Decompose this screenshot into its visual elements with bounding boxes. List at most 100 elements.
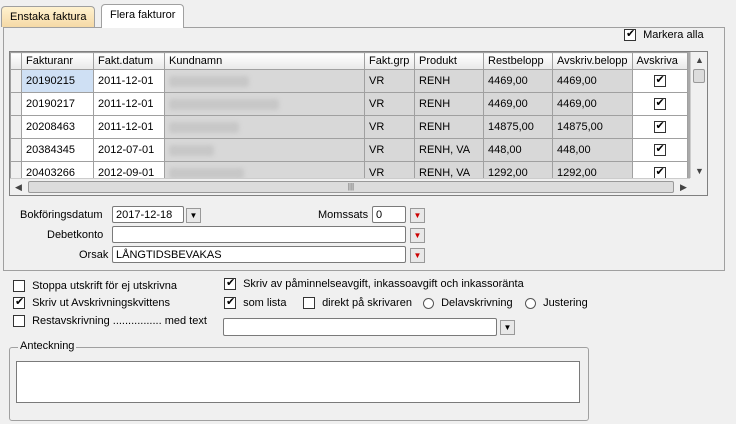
- avskriva-checkbox[interactable]: [653, 143, 666, 157]
- momssats-field[interactable]: 0: [372, 206, 406, 223]
- skriv-ut-kvittens-option[interactable]: Skriv ut Avskrivningskvittens: [13, 296, 170, 310]
- row-header[interactable]: [10, 92, 22, 116]
- orsak-label: Orsak: [79, 249, 109, 261]
- stoppa-utskrift-label: Stoppa utskrift för ej utskrivna: [32, 280, 177, 292]
- chevron-down-icon: ▼: [413, 211, 422, 220]
- select-all-checkbox[interactable]: [624, 28, 636, 42]
- skriv-ut-kvittens-checkbox[interactable]: [13, 296, 25, 310]
- tab-enstaka-faktura[interactable]: Enstaka faktura: [1, 6, 96, 27]
- momssats-label: Momssats: [318, 209, 369, 221]
- avskriva-checkbox[interactable]: [653, 74, 666, 88]
- row-header[interactable]: [10, 69, 22, 93]
- cell-fakt-datum[interactable]: 2011-12-01: [93, 69, 165, 93]
- cell-avskriva[interactable]: [631, 115, 688, 139]
- table-row[interactable]: 20384345 2012-07-01 VR RENH, VA 448,00 4…: [10, 138, 688, 162]
- bokforingsdatum-dropdown-button[interactable]: ▼: [186, 208, 201, 223]
- orsak-field[interactable]: LÅNGTIDSBEVAKAS: [112, 246, 406, 263]
- chevron-down-icon: ▼: [413, 251, 422, 260]
- som-lista-option[interactable]: som lista: [224, 296, 287, 310]
- justering-radio[interactable]: [525, 297, 536, 309]
- delavskrivning-option[interactable]: Delavskrivning: [423, 297, 513, 309]
- cell-fakt-grp: VR: [364, 92, 415, 116]
- chevron-down-icon: ▼: [413, 231, 422, 240]
- skriv-av-avgifter-checkbox[interactable]: [224, 277, 236, 291]
- debetkonto-field[interactable]: [112, 226, 406, 243]
- row-header[interactable]: [10, 115, 22, 139]
- table-row[interactable]: 20190215 2011-12-01 VR RENH 4469,00 4469…: [10, 69, 688, 93]
- skriv-av-avgifter-option[interactable]: Skriv av påminnelseavgift, inkassoavgift…: [224, 277, 524, 291]
- horizontal-scroll-thumb[interactable]: |||: [28, 181, 674, 193]
- scroll-up-arrow-icon[interactable]: ▲: [691, 52, 707, 69]
- table-row[interactable]: 20190217 2011-12-01 VR RENH 4469,00 4469…: [10, 92, 688, 116]
- cell-produkt: RENH: [414, 69, 484, 93]
- cell-kundnamn-redacted: [164, 92, 365, 116]
- skriv-av-avgifter-label: Skriv av påminnelseavgift, inkassoavgift…: [243, 278, 524, 290]
- column-header-avskriv-belopp[interactable]: Avskriv.belopp: [552, 52, 633, 70]
- cell-fakt-datum[interactable]: 2011-12-01: [93, 115, 165, 139]
- restavskrivning-checkbox[interactable]: [13, 315, 25, 328]
- som-lista-label: som lista: [243, 297, 287, 309]
- momssats-dropdown-button[interactable]: ▼: [410, 208, 425, 223]
- cell-restbelopp: 14875,00: [483, 115, 553, 139]
- vertical-scrollbar[interactable]: ▲ ▼: [690, 52, 707, 180]
- cell-restbelopp: 4469,00: [483, 69, 553, 93]
- restavskrivning-text-dropdown-button[interactable]: ▼: [500, 320, 515, 335]
- anteckning-textarea[interactable]: [16, 361, 580, 403]
- cell-produkt: RENH: [414, 115, 484, 139]
- table-row[interactable]: 20208463 2011-12-01 VR RENH 14875,00 148…: [10, 115, 688, 139]
- row-header-corner: [10, 52, 22, 70]
- cell-produkt: RENH: [414, 92, 484, 116]
- chevron-down-icon: ▼: [503, 323, 512, 332]
- cell-produkt: RENH, VA: [414, 138, 484, 162]
- debetkonto-dropdown-button[interactable]: ▼: [410, 228, 425, 243]
- direkt-pa-skrivaren-checkbox[interactable]: [303, 297, 315, 310]
- anteckning-group: Anteckning: [9, 340, 589, 421]
- cell-avskriv-belopp: 14875,00: [552, 115, 633, 139]
- cell-avskriva[interactable]: [631, 138, 688, 162]
- stoppa-utskrift-checkbox[interactable]: [13, 280, 25, 293]
- direkt-pa-skrivaren-option[interactable]: direkt på skrivaren: [303, 297, 412, 310]
- cell-fakturanr[interactable]: 20384345: [21, 138, 94, 162]
- invoice-grid: Fakturanr Fakt.datum Kundnamn Fakt.grp P…: [9, 51, 708, 196]
- orsak-dropdown-button[interactable]: ▼: [410, 248, 425, 263]
- column-header-fakturanr[interactable]: Fakturanr: [21, 52, 94, 70]
- avskriva-checkbox[interactable]: [653, 120, 666, 134]
- cell-avskriv-belopp: 4469,00: [552, 92, 633, 116]
- column-header-avskriva[interactable]: Avskriva: [631, 52, 688, 70]
- justering-option[interactable]: Justering: [525, 297, 588, 309]
- select-all-control[interactable]: Markera alla: [624, 28, 704, 42]
- horizontal-scrollbar[interactable]: ◀ ||| ▶: [10, 178, 692, 195]
- tab-flera-fakturor[interactable]: Flera fakturor: [101, 4, 185, 28]
- cell-fakt-grp: VR: [364, 69, 415, 93]
- table-header-row: Fakturanr Fakt.datum Kundnamn Fakt.grp P…: [10, 52, 688, 70]
- cell-fakturanr[interactable]: 20190215: [21, 69, 94, 93]
- cell-fakt-datum[interactable]: 2011-12-01: [93, 92, 165, 116]
- justering-label: Justering: [543, 297, 588, 309]
- column-header-fakt-grp[interactable]: Fakt.grp: [364, 52, 415, 70]
- row-header[interactable]: [10, 138, 22, 162]
- avskriva-checkbox[interactable]: [653, 97, 666, 111]
- column-header-produkt[interactable]: Produkt: [414, 52, 484, 70]
- cell-kundnamn-redacted: [164, 69, 365, 93]
- cell-avskriv-belopp: 448,00: [552, 138, 633, 162]
- cell-avskriva[interactable]: [631, 92, 688, 116]
- vertical-scroll-thumb[interactable]: [693, 69, 705, 83]
- delavskrivning-radio[interactable]: [423, 297, 434, 309]
- cell-restbelopp: 448,00: [483, 138, 553, 162]
- restavskrivning-text-field[interactable]: [223, 318, 497, 336]
- cell-fakt-grp: VR: [364, 138, 415, 162]
- bokforingsdatum-field[interactable]: 2017-12-18: [112, 206, 184, 223]
- som-lista-checkbox[interactable]: [224, 296, 236, 310]
- column-header-fakt-datum[interactable]: Fakt.datum: [93, 52, 165, 70]
- cell-fakt-datum[interactable]: 2012-07-01: [93, 138, 165, 162]
- scroll-left-arrow-icon[interactable]: ◀: [10, 179, 27, 195]
- cell-fakturanr[interactable]: 20208463: [21, 115, 94, 139]
- cell-avskriva[interactable]: [631, 69, 688, 93]
- column-header-kundnamn[interactable]: Kundnamn: [164, 52, 365, 70]
- stoppa-utskrift-option[interactable]: Stoppa utskrift för ej utskrivna: [13, 280, 177, 293]
- column-header-restbelopp[interactable]: Restbelopp: [483, 52, 553, 70]
- delavskrivning-label: Delavskrivning: [441, 297, 513, 309]
- restavskrivning-option[interactable]: Restavskrivning ................ med tex…: [13, 315, 207, 328]
- cell-fakturanr[interactable]: 20190217: [21, 92, 94, 116]
- restavskrivning-label: Restavskrivning ................ med tex…: [32, 315, 207, 327]
